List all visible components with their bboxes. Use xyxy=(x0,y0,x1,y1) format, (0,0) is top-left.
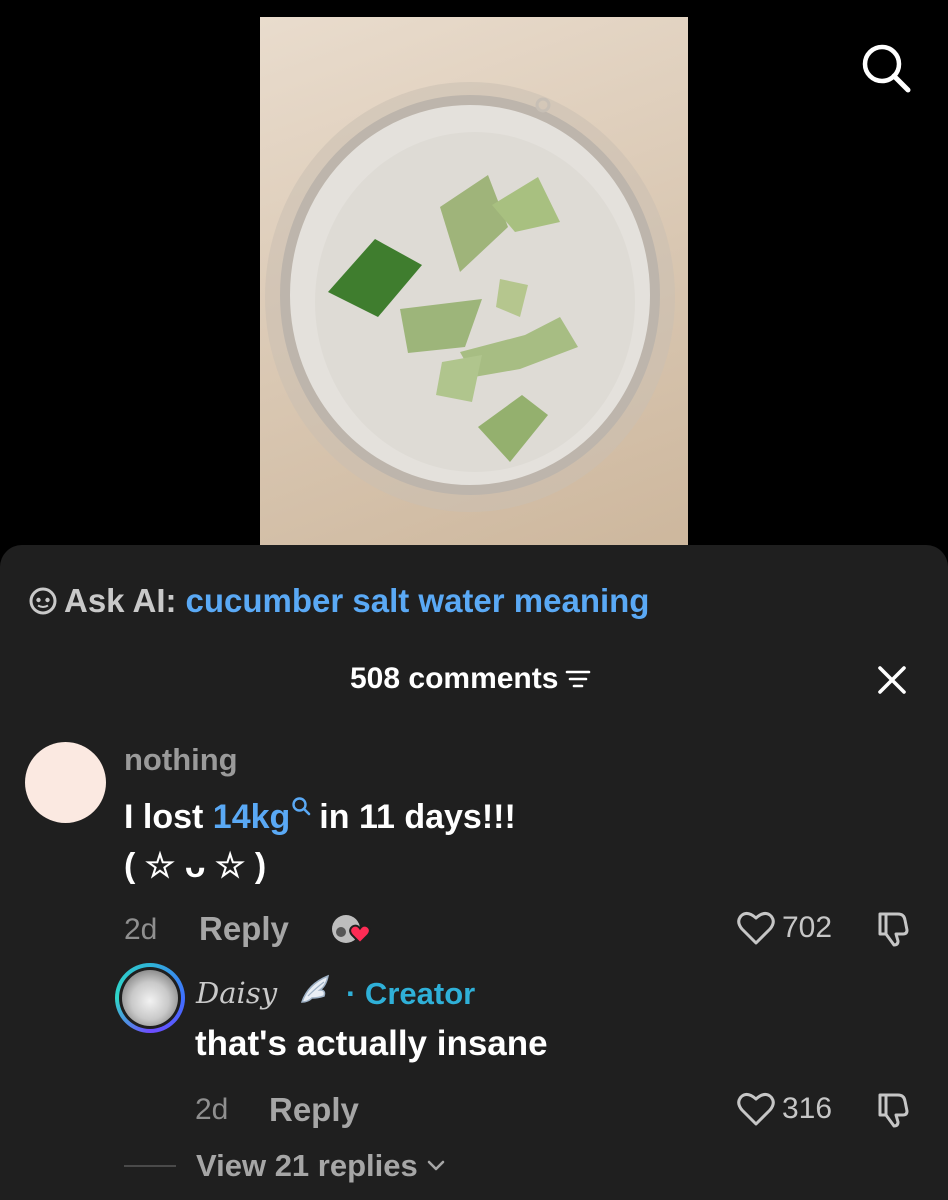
reply-dislike-button[interactable] xyxy=(874,1089,914,1129)
reply-like-button[interactable]: 316 xyxy=(736,1091,832,1127)
comment-count[interactable]: 508 comments xyxy=(350,662,592,696)
comment-text-after: in 11 days!!! xyxy=(319,798,516,836)
view-replies-label: View 21 replies xyxy=(196,1148,418,1183)
comment-username[interactable]: nothing xyxy=(124,742,238,778)
reply-button[interactable]: Reply xyxy=(199,910,289,948)
video-area[interactable] xyxy=(0,0,948,548)
comment-count-label: 508 comments xyxy=(350,662,559,695)
heart-icon xyxy=(737,911,775,945)
reply-time: 2d xyxy=(195,1093,229,1126)
ask-ai-label: Ask AI: xyxy=(64,582,177,619)
search-button[interactable] xyxy=(860,42,912,94)
close-button[interactable] xyxy=(872,660,912,700)
thumbs-down-icon xyxy=(878,912,909,947)
close-icon xyxy=(878,666,906,694)
search-keyword-icon[interactable] xyxy=(291,796,311,818)
divider-line xyxy=(124,1165,176,1167)
creator-avatar-ring xyxy=(119,967,181,1029)
wing-emoji-icon xyxy=(300,974,330,1003)
reply-username[interactable]: Daisy xyxy=(196,976,277,1010)
ask-ai-query[interactable]: cucumber salt water meaning xyxy=(185,582,649,620)
avatar[interactable] xyxy=(25,742,106,823)
creator-avatar-photo xyxy=(122,970,178,1026)
reply-reply-button[interactable]: Reply xyxy=(269,1091,359,1129)
comments-header: 508 comments xyxy=(0,660,948,704)
chevron-down-icon xyxy=(427,1160,445,1171)
filter-icon[interactable] xyxy=(564,666,592,692)
creator-liked-badge xyxy=(330,911,374,947)
reply-text: that's actually insane xyxy=(195,1024,548,1063)
comment-kaomoji: ( ☆ ᴗ ☆ ) xyxy=(124,847,267,885)
search-icon xyxy=(862,44,911,93)
comment-text-before: I lost xyxy=(124,798,204,836)
thumbs-down-icon xyxy=(878,1093,909,1128)
creator-badge: · Creator xyxy=(346,976,476,1011)
heart-icon xyxy=(737,1092,775,1126)
comment-text: I lost 14kg in 11 days!!! xyxy=(124,792,516,842)
creator-avatar[interactable] xyxy=(115,963,185,1033)
like-button[interactable]: 702 xyxy=(736,910,832,946)
wing-icon xyxy=(298,972,334,1008)
ai-bot-icon xyxy=(29,587,57,615)
cucumber-water-glass-image xyxy=(265,82,675,512)
view-replies-button[interactable]: View 21 replies xyxy=(124,1148,446,1184)
dislike-button[interactable] xyxy=(874,908,914,948)
comment-search-keyword[interactable]: 14kg xyxy=(213,798,291,836)
like-count: 702 xyxy=(782,911,833,944)
ask-ai-suggestion[interactable]: Ask AI: cucumber salt water meaning xyxy=(28,582,649,620)
comment-time: 2d xyxy=(124,913,158,946)
reply-like-count: 316 xyxy=(782,1092,833,1125)
creator-heart-icon xyxy=(332,915,371,945)
video-thumbnail[interactable] xyxy=(260,17,688,548)
